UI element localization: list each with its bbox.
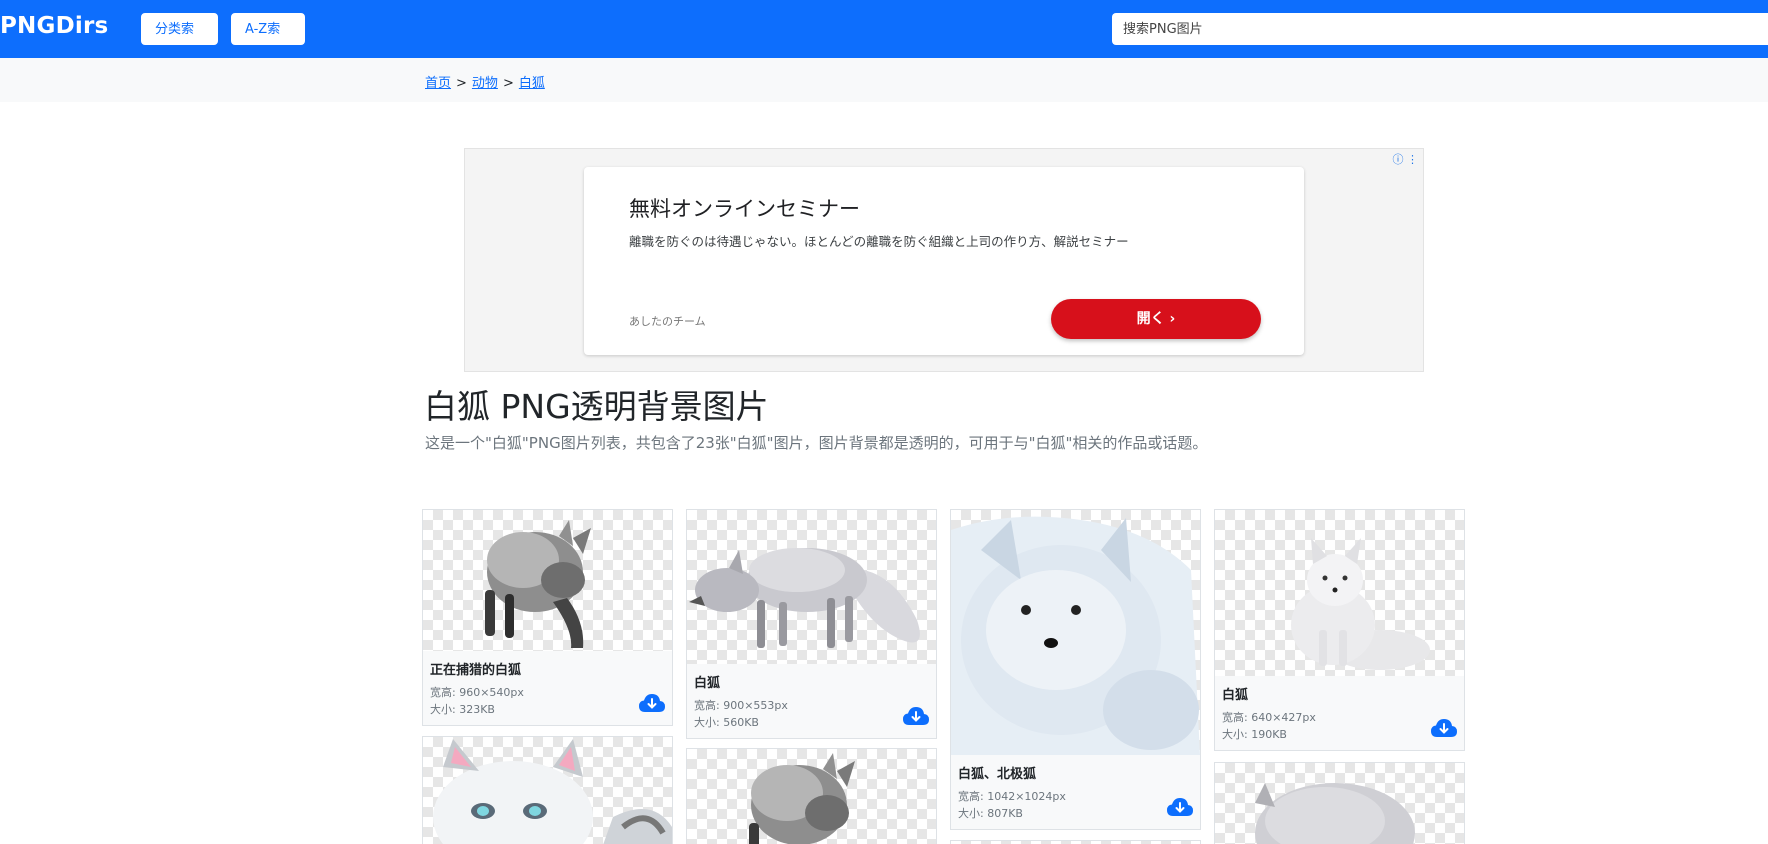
card-meta: 宽高: 640×427px 大小: 190KB xyxy=(1222,709,1457,743)
image-dimensions: 宽高: 1042×1024px xyxy=(958,790,1066,803)
ad-card[interactable]: 無料オンラインセミナー 離職を防ぐのは待遇じゃない。ほとんどの離職を防ぐ組織と上… xyxy=(584,167,1304,355)
cloud-download-icon[interactable] xyxy=(638,693,666,713)
top-navbar: PNGDirs 分类索引 A-Z索引 xyxy=(0,0,1768,69)
ad-open-button[interactable]: 開く › xyxy=(1051,299,1261,339)
card-title[interactable]: 白狐 xyxy=(694,672,929,691)
ad-description: 離職を防ぐのは待遇じゃない。ほとんどの離職を防ぐ組織と上司の作り方、解説セミナー xyxy=(629,234,1129,249)
breadcrumb-separator: > xyxy=(502,76,514,91)
card-info: 白狐、北极狐 宽高: 1042×1024px 大小: 807KB xyxy=(951,755,1200,829)
image-size: 大小: 323KB xyxy=(430,703,495,716)
image-dimensions: 宽高: 960×540px xyxy=(430,686,524,699)
page-description: 这是一个"白狐"PNG图片列表，共包含了23张"白狐"图片，图片背景都是透明的，… xyxy=(425,434,1208,452)
image-thumbnail[interactable] xyxy=(1215,763,1464,844)
image-card[interactable]: 白狐 宽高: 900×553px 大小: 560KB xyxy=(686,509,937,739)
image-dimensions: 宽高: 640×427px xyxy=(1222,711,1316,724)
card-meta: 宽高: 960×540px 大小: 323KB xyxy=(430,684,665,718)
card-meta: 宽高: 1042×1024px 大小: 807KB xyxy=(958,788,1193,822)
ad-title[interactable]: 無料オンラインセミナー xyxy=(629,193,860,223)
ad-info-icon[interactable]: ⓘ ⋮ xyxy=(1393,151,1419,167)
card-meta: 宽高: 900×553px 大小: 560KB xyxy=(694,697,929,731)
image-card[interactable]: 白狐、北极狐 宽高: 1042×1024px 大小: 807KB xyxy=(950,509,1201,830)
card-title[interactable]: 白狐 xyxy=(1222,684,1457,703)
image-thumbnail[interactable] xyxy=(687,510,936,664)
breadcrumb-bar: 首页 > 动物 > 白狐 xyxy=(0,58,1768,102)
breadcrumb: 首页 > 动物 > 白狐 xyxy=(425,72,545,91)
image-card[interactable]: 白狐 宽高: 640×427px 大小: 190KB xyxy=(1214,509,1465,751)
breadcrumb-white-fox-link[interactable]: 白狐 xyxy=(519,76,545,91)
fox-image xyxy=(1255,783,1415,844)
cloud-download-icon[interactable] xyxy=(902,706,930,726)
fox-image xyxy=(1291,538,1430,670)
breadcrumb-home-link[interactable]: 首页 xyxy=(425,76,451,91)
image-card[interactable] xyxy=(686,748,937,844)
cloud-download-icon[interactable] xyxy=(1166,797,1194,817)
fox-image xyxy=(749,753,855,844)
image-thumbnail[interactable] xyxy=(687,749,936,844)
fox-image xyxy=(689,548,920,648)
page-title: 白狐 PNG透明背景图片 xyxy=(424,387,769,426)
image-card[interactable] xyxy=(950,840,1201,844)
card-info: 正在捕猎的白狐 宽高: 960×540px 大小: 323KB xyxy=(423,651,672,725)
search-input[interactable] xyxy=(1112,13,1768,45)
image-thumbnail[interactable] xyxy=(1215,510,1464,676)
image-thumbnail[interactable] xyxy=(423,510,672,651)
card-title[interactable]: 正在捕猎的白狐 xyxy=(430,659,665,678)
image-size: 大小: 807KB xyxy=(958,807,1023,820)
category-index-button[interactable]: 分类索引 xyxy=(141,13,218,69)
az-index-button[interactable]: A-Z索引 xyxy=(231,13,305,69)
card-title[interactable]: 白狐、北极狐 xyxy=(958,763,1193,782)
breadcrumb-separator: > xyxy=(456,76,467,91)
fox-image xyxy=(485,520,591,648)
fox-image xyxy=(951,516,1200,755)
fox-image xyxy=(433,739,672,844)
image-size: 大小: 190KB xyxy=(1222,728,1287,741)
ad-banner[interactable]: ⓘ ⋮ 無料オンラインセミナー 離職を防ぐのは待遇じゃない。ほとんどの離職を防ぐ… xyxy=(464,148,1424,372)
image-size: 大小: 560KB xyxy=(694,716,759,729)
image-card[interactable]: 正在捕猎的白狐 宽高: 960×540px 大小: 323KB xyxy=(422,509,673,726)
card-info: 白狐 宽高: 900×553px 大小: 560KB xyxy=(687,664,936,738)
cloud-download-icon[interactable] xyxy=(1430,718,1458,738)
image-thumbnail[interactable] xyxy=(423,737,672,844)
image-dimensions: 宽高: 900×553px xyxy=(694,699,788,712)
breadcrumb-animals-link[interactable]: 动物 xyxy=(472,76,498,91)
image-card[interactable] xyxy=(422,736,673,844)
site-logo[interactable]: PNGDirs xyxy=(0,13,108,39)
image-card[interactable] xyxy=(1214,762,1465,844)
ad-sponsor: あしたのチーム xyxy=(629,315,706,328)
card-info: 白狐 宽高: 640×427px 大小: 190KB xyxy=(1215,676,1464,750)
image-thumbnail[interactable] xyxy=(951,510,1200,755)
